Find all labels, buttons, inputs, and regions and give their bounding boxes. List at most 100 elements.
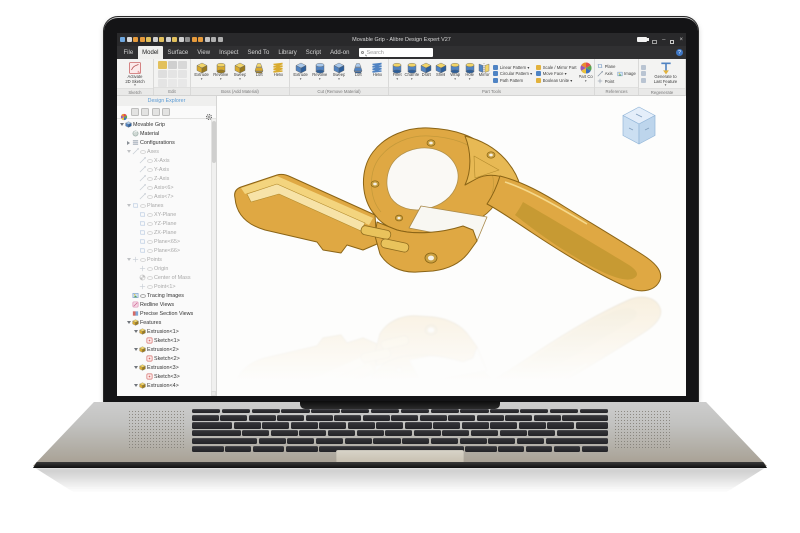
axis-button[interactable]: Axis bbox=[597, 71, 612, 77]
chamfer-button[interactable]: Chamfer▾ bbox=[404, 60, 418, 87]
visibility-eye-icon[interactable] bbox=[147, 195, 153, 199]
sweep-button[interactable]: Sweep▾ bbox=[230, 60, 249, 87]
sweep-button[interactable]: Sweep▾ bbox=[329, 60, 348, 87]
edit-tool-icon[interactable] bbox=[168, 79, 177, 87]
tree-item-origin[interactable]: Origin bbox=[117, 264, 216, 273]
tree-item-points[interactable]: Points bbox=[117, 255, 216, 264]
circular-pattern-button[interactable]: Circular Pattern ▾ bbox=[493, 71, 532, 76]
menu-tab-add-on[interactable]: Add-on bbox=[326, 46, 354, 59]
section-view-icon[interactable] bbox=[141, 108, 149, 116]
visibility-eye-icon[interactable] bbox=[147, 213, 153, 217]
tree-item-extrusion-4-[interactable]: Extrusion<4> bbox=[117, 381, 216, 390]
loft-button[interactable]: Loft bbox=[250, 60, 269, 87]
menu-tab-send-to[interactable]: Send To bbox=[243, 46, 274, 59]
tree-item-plane-65-[interactable]: Plane<65> bbox=[117, 237, 216, 246]
loft-button[interactable]: Loft bbox=[349, 60, 368, 87]
tree-item-features[interactable]: Features bbox=[117, 318, 216, 327]
settings-gear-icon[interactable] bbox=[205, 108, 213, 116]
scale-mirror-part-button[interactable]: Scale / Mirror Part bbox=[536, 65, 576, 70]
visibility-eye-icon[interactable] bbox=[147, 267, 153, 271]
new-file-icon[interactable] bbox=[120, 37, 125, 42]
copy-icon[interactable] bbox=[168, 61, 177, 69]
tree-item-yz-plane[interactable]: YZ-Plane bbox=[117, 219, 216, 228]
3d-viewport[interactable] bbox=[217, 96, 686, 396]
tree-item-sketch-3-[interactable]: Sketch<3> bbox=[117, 372, 216, 381]
visibility-eye-icon[interactable] bbox=[140, 150, 146, 154]
search-box[interactable] bbox=[359, 48, 433, 57]
movable-grip-model[interactable] bbox=[225, 124, 670, 396]
revolve-button[interactable]: Revolve▾ bbox=[211, 60, 230, 87]
fillet-button[interactable]: Fillet▾ bbox=[390, 60, 404, 87]
tree-item-extrusion-2-[interactable]: Extrusion<2> bbox=[117, 345, 216, 354]
tree-item-tracing-images[interactable]: Tracing Images bbox=[117, 291, 216, 300]
visibility-eye-icon[interactable] bbox=[147, 249, 153, 253]
document-icon[interactable] bbox=[179, 37, 184, 42]
helix-button[interactable]: Helix bbox=[269, 60, 288, 87]
document-icon[interactable] bbox=[153, 37, 158, 42]
visibility-eye-icon[interactable] bbox=[147, 177, 153, 181]
tree-item-sketch-2-[interactable]: Sketch<2> bbox=[117, 354, 216, 363]
visibility-eye-icon[interactable] bbox=[147, 240, 153, 244]
path-pattern-button[interactable]: Path Pattern bbox=[493, 78, 532, 83]
visibility-eye-icon[interactable] bbox=[147, 231, 153, 235]
hole-button[interactable]: Hole▾ bbox=[462, 60, 476, 87]
menu-tab-script[interactable]: Script bbox=[301, 46, 325, 59]
tree-item-center-of-mass[interactable]: Center of Mass bbox=[117, 273, 216, 282]
tree-item-movable-grip[interactable]: Movable Grip bbox=[117, 120, 216, 129]
tree-scrollbar-thumb[interactable] bbox=[212, 121, 216, 163]
visibility-eye-icon[interactable] bbox=[140, 258, 146, 262]
redo-icon[interactable] bbox=[140, 37, 145, 42]
tree-item-axis-6-[interactable]: Axis<6> bbox=[117, 183, 216, 192]
part-color-button[interactable]: Part Color▾ bbox=[579, 60, 593, 87]
boolean-unite-button[interactable]: Boolean Unite ▾ bbox=[536, 78, 576, 83]
tree-item-configurations[interactable]: Configurations bbox=[117, 138, 216, 147]
edit-tool-icon[interactable] bbox=[158, 79, 167, 87]
edit-tool-icon[interactable] bbox=[178, 70, 187, 78]
search-input[interactable] bbox=[366, 50, 431, 56]
edit-tool-icon[interactable] bbox=[158, 70, 167, 78]
tree-item-material[interactable]: Material bbox=[117, 129, 216, 138]
menu-tab-model[interactable]: Model bbox=[138, 46, 163, 59]
battery-icon[interactable] bbox=[637, 37, 647, 42]
visibility-eye-icon[interactable] bbox=[147, 186, 153, 190]
mirror-button[interactable]: Mirror bbox=[477, 60, 491, 87]
folder-icon[interactable] bbox=[172, 37, 177, 42]
edit-tool-icon[interactable] bbox=[168, 70, 177, 78]
move-face-button[interactable]: Move Face ▾ bbox=[536, 71, 576, 76]
visibility-eye-icon[interactable] bbox=[140, 204, 146, 208]
save-icon[interactable] bbox=[127, 37, 132, 42]
undo-icon[interactable] bbox=[133, 37, 138, 42]
regen-option-icon[interactable] bbox=[641, 65, 646, 70]
maximize-button[interactable] bbox=[670, 33, 674, 49]
minimize-button[interactable]: – bbox=[662, 37, 665, 43]
edit-tool-icon[interactable] bbox=[178, 61, 187, 69]
visibility-eye-icon[interactable] bbox=[147, 222, 153, 226]
revolve-button[interactable]: Revolve▾ bbox=[310, 60, 329, 87]
tree-item-extrusion-3-[interactable]: Extrusion<3> bbox=[117, 363, 216, 372]
visibility-eye-icon[interactable] bbox=[147, 285, 153, 289]
regen-option-icon[interactable] bbox=[641, 78, 646, 83]
view-cube[interactable] bbox=[620, 105, 658, 147]
wrap-button[interactable]: Wrap▾ bbox=[448, 60, 462, 87]
menu-tab-file[interactable]: File bbox=[119, 46, 138, 59]
menu-tab-view[interactable]: View bbox=[193, 46, 215, 59]
menu-tab-inspect[interactable]: Inspect bbox=[215, 46, 243, 59]
linear-pattern-button[interactable]: Linear Pattern ▾ bbox=[493, 65, 532, 70]
visibility-eye-icon[interactable] bbox=[147, 168, 153, 172]
display-mode-icon[interactable] bbox=[120, 108, 128, 116]
extrude-button[interactable]: Extrude▾ bbox=[291, 60, 310, 87]
workspace-layout-icon[interactable] bbox=[652, 33, 657, 49]
annotate-pencil-icon[interactable] bbox=[205, 37, 210, 42]
shell-button[interactable]: Shell bbox=[433, 60, 447, 87]
menu-tab-library[interactable]: Library bbox=[274, 46, 301, 59]
edit-tool-icon[interactable] bbox=[178, 79, 187, 87]
dropdown-caret-icon[interactable] bbox=[185, 37, 190, 42]
visibility-eye-icon[interactable] bbox=[147, 159, 153, 163]
plane-button[interactable]: Plane bbox=[597, 63, 615, 69]
selection-filter-icon[interactable] bbox=[152, 108, 160, 116]
folder-icon[interactable] bbox=[159, 37, 164, 42]
activate-button[interactable]: Activate2D Sketch▾ bbox=[118, 60, 152, 88]
tree-item-precise-section-views[interactable]: Precise Section Views bbox=[117, 309, 216, 318]
zoom-out-icon[interactable] bbox=[218, 37, 223, 42]
tree-item-z-axis[interactable]: Z-Axis bbox=[117, 174, 216, 183]
